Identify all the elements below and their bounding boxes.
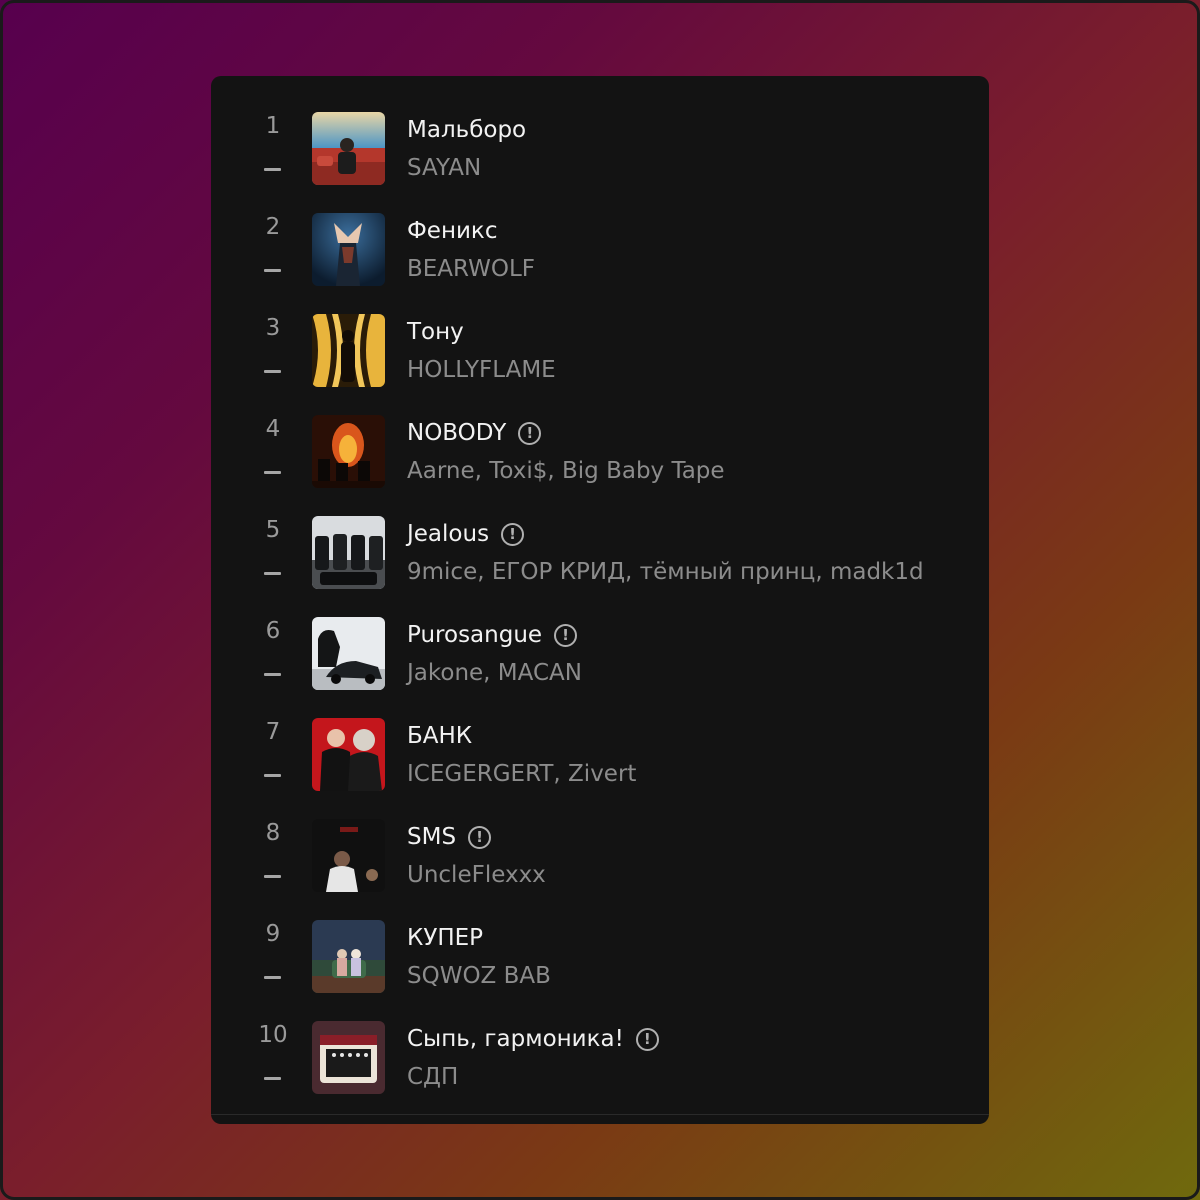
chart-track-list: 1 Мальборо SAYAN 2 Феникс BEARWOLF 3 Тон… — [211, 76, 989, 1124]
explicit-content-icon: ! — [501, 522, 525, 546]
position-unchanged-icon — [264, 572, 281, 575]
track-row[interactable]: 9 КУПЕР SQWOZ BAB — [211, 884, 989, 993]
list-divider — [211, 1114, 989, 1115]
track-rank: 5 — [265, 517, 281, 543]
position-unchanged-icon — [264, 370, 281, 373]
position-unchanged-icon — [264, 471, 281, 474]
track-row[interactable]: 10 Сыпь, гармоника! ! СДП — [211, 985, 989, 1094]
album-cover[interactable] — [312, 617, 385, 690]
position-unchanged-icon — [264, 1077, 281, 1080]
album-cover[interactable] — [312, 415, 385, 488]
album-cover[interactable] — [312, 213, 385, 286]
album-cover[interactable] — [312, 920, 385, 993]
explicit-content-icon: ! — [468, 825, 492, 849]
position-unchanged-icon — [264, 774, 281, 777]
album-cover[interactable] — [312, 516, 385, 589]
track-rank: 7 — [265, 719, 281, 745]
explicit-content-icon: ! — [635, 1027, 659, 1051]
track-rank: 4 — [265, 416, 281, 442]
position-unchanged-icon — [264, 269, 281, 272]
track-row[interactable]: 7 БАНК ICEGERGERT, Zivert — [211, 682, 989, 791]
album-cover[interactable] — [312, 819, 385, 892]
track-row[interactable]: 1 Мальборо SAYAN — [211, 76, 989, 185]
position-unchanged-icon — [264, 875, 281, 878]
track-title[interactable]: КУПЕР — [407, 925, 483, 951]
track-row[interactable]: 5 Jealous ! 9mice, ЕГОР КРИД, тёмный при… — [211, 480, 989, 589]
track-title[interactable]: Феникс — [407, 218, 497, 244]
track-title[interactable]: SMS — [407, 824, 456, 850]
track-artists[interactable]: СДП — [407, 1061, 458, 1093]
track-title[interactable]: Jealous — [407, 521, 489, 547]
position-unchanged-icon — [264, 673, 281, 676]
album-cover[interactable] — [312, 1021, 385, 1094]
album-cover[interactable] — [312, 718, 385, 791]
track-rank: 10 — [258, 1022, 288, 1048]
track-rank: 6 — [265, 618, 281, 644]
track-row[interactable]: 8 SMS ! UncleFlexxx — [211, 783, 989, 892]
track-rank: 1 — [265, 113, 281, 139]
explicit-content-icon: ! — [554, 623, 578, 647]
explicit-content-icon: ! — [518, 421, 542, 445]
position-unchanged-icon — [264, 976, 281, 979]
track-title[interactable]: Мальборо — [407, 117, 526, 143]
track-title[interactable]: Purosangue — [407, 622, 542, 648]
track-title[interactable]: Тону — [407, 319, 464, 345]
track-row[interactable]: 6 Purosangue ! Jakone, MACAN — [211, 581, 989, 690]
track-title[interactable]: Сыпь, гармоника! — [407, 1026, 624, 1052]
track-rank: 3 — [265, 315, 281, 341]
album-cover[interactable] — [312, 112, 385, 185]
track-row[interactable]: 3 Тону HOLLYFLAME — [211, 278, 989, 387]
track-row[interactable]: 4 NOBODY ! Aarne, Toxi$, Big Baby Tape — [211, 379, 989, 488]
track-row[interactable]: 2 Феникс BEARWOLF — [211, 177, 989, 286]
track-rank: 9 — [265, 921, 281, 947]
album-cover[interactable] — [312, 314, 385, 387]
track-rank: 2 — [265, 214, 281, 240]
track-rank: 8 — [265, 820, 281, 846]
position-unchanged-icon — [264, 168, 281, 171]
track-title[interactable]: NOBODY — [407, 420, 506, 446]
track-title[interactable]: БАНК — [407, 723, 472, 749]
